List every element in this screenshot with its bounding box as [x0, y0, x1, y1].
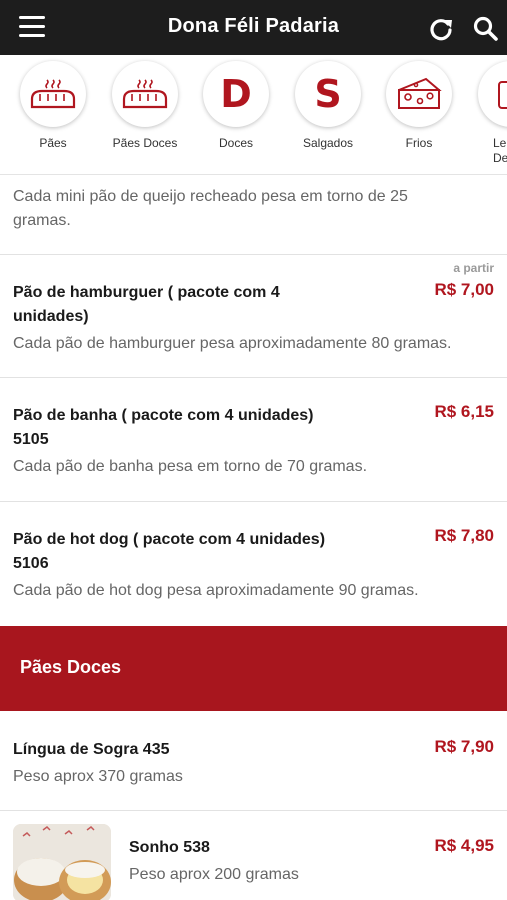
product-price: R$ 7,80 [434, 526, 494, 545]
partial-icon [498, 81, 507, 109]
product-price: R$ 4,95 [434, 836, 494, 855]
category-icon-circle: D [203, 61, 269, 127]
section-title: Pães Doces [20, 657, 122, 677]
product-description: Cada pão de hot dog pesa aproximadamente… [13, 582, 419, 599]
category-carousel[interactable]: Pães Pães Doces D Doces S Salgados Frios… [0, 55, 507, 175]
category-letter-d: D [220, 72, 252, 116]
category-letter-s: S [314, 72, 342, 116]
category-label: Pães Doces [112, 136, 178, 150]
product-description: Cada pão de hamburguer pesa aproximadame… [13, 335, 452, 352]
product-item[interactable]: R$ 6,15 Pão de banha ( pacote com 4 unid… [0, 378, 507, 502]
product-item[interactable]: a partir R$ 7,00 Pão de hamburguer ( pac… [0, 255, 507, 378]
category-label: Frios [405, 136, 433, 150]
category-paes[interactable]: Pães [7, 61, 99, 151]
category-icon-circle [112, 61, 178, 127]
top-app-bar: Dona Féli Padaria [0, 0, 507, 55]
section-header-paes-doces: Pães Doces [0, 626, 507, 711]
category-icon-circle [478, 61, 507, 127]
category-label: Pães [39, 136, 67, 150]
product-description: Peso aprox 200 gramas [129, 866, 299, 883]
product-item[interactable]: Cada mini pão de queijo recheado pesa em… [0, 176, 507, 255]
product-name: Pão de hot dog ( pacote com 4 unidades) … [13, 531, 326, 572]
category-icon-circle: S [295, 61, 361, 127]
product-description: Cada pão de banha pesa em torno de 70 gr… [13, 458, 368, 475]
product-price: R$ 7,00 [434, 280, 494, 299]
product-name: Sonho 538 [129, 839, 210, 856]
product-price: R$ 7,90 [434, 737, 494, 756]
bread-icon [30, 79, 76, 109]
product-item[interactable]: R$ 7,80 Pão de hot dog ( pacote com 4 un… [0, 502, 507, 626]
category-label: Doces [218, 136, 253, 150]
category-icon-circle [386, 61, 452, 127]
price-prefix: a partir [453, 261, 494, 275]
category-icon-circle [20, 61, 86, 127]
category-salgados[interactable]: S Salgados [282, 61, 374, 151]
category-label: Le Deri [493, 136, 507, 165]
category-frios[interactable]: Frios [373, 61, 465, 151]
product-name: Língua de Sogra 435 [13, 741, 170, 758]
category-paes-doces[interactable]: Pães Doces [99, 61, 191, 151]
category-doces[interactable]: D Doces [190, 61, 282, 151]
product-item[interactable]: R$ 7,90 Língua de Sogra 435 Peso aprox 3… [0, 711, 507, 811]
product-name: Pão de banha ( pacote com 4 unidades) 51… [13, 407, 314, 448]
cheese-icon [398, 77, 442, 109]
category-label: Salgados [302, 136, 354, 150]
refresh-icon[interactable] [427, 15, 455, 43]
search-icon[interactable] [472, 15, 500, 43]
bread-icon [122, 79, 168, 109]
product-price: R$ 6,15 [434, 402, 494, 421]
sonho-photo [13, 824, 111, 900]
product-item[interactable]: R$ 4,95 Sonho 538 Peso aprox 200 gramas [0, 811, 507, 900]
product-description: Peso aprox 370 gramas [13, 768, 183, 785]
category-partial[interactable]: Le Deri [465, 61, 507, 166]
product-name: Pão de hamburguer ( pacote com 4 unidade… [13, 284, 280, 325]
product-description: Cada mini pão de queijo recheado pesa em… [13, 188, 408, 229]
